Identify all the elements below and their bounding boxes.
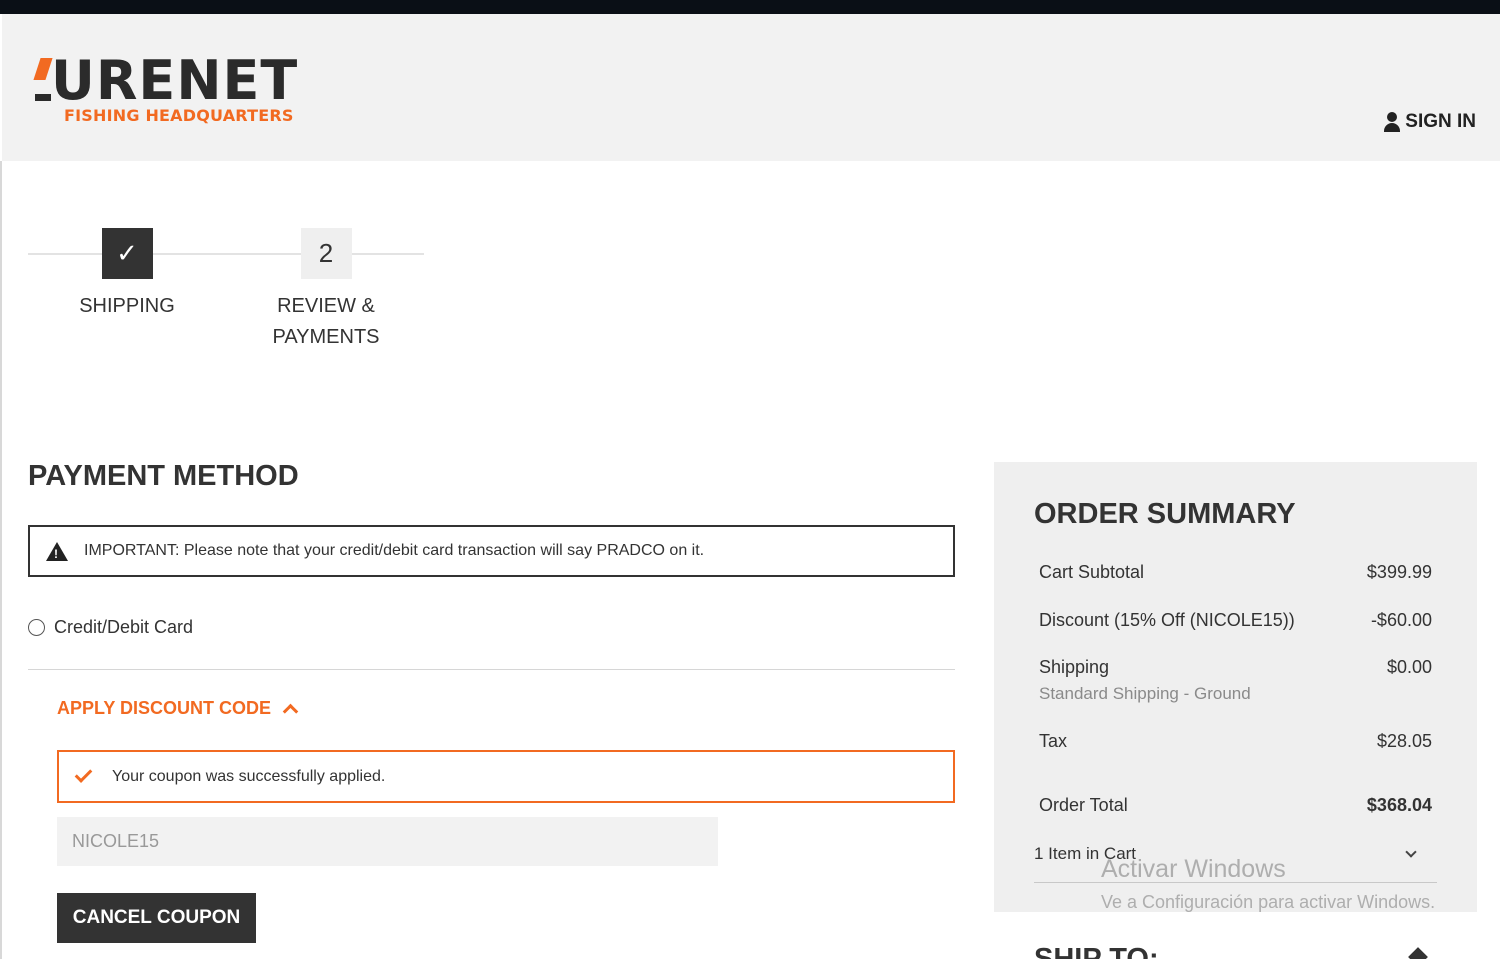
- sign-in-label: SIGN IN: [1405, 111, 1476, 132]
- credit-card-option[interactable]: Credit/Debit Card: [28, 617, 193, 638]
- edit-icon[interactable]: [1408, 947, 1428, 959]
- ship-to-title: SHIP TO:: [1034, 943, 1159, 959]
- section-divider: [28, 669, 955, 670]
- credit-card-label: Credit/Debit Card: [54, 617, 194, 637]
- shipping-method: Standard Shipping - Ground: [1039, 684, 1251, 703]
- items-in-cart-label: 1 Item in Cart: [1034, 844, 1137, 863]
- coupon-success-text: Your coupon was successfully applied.: [112, 767, 386, 785]
- step-review-payments: 2 REVIEW & PAYMENTS: [226, 228, 426, 353]
- page-left-border: [0, 161, 2, 959]
- order-summary-title: ORDER SUMMARY: [1034, 498, 1296, 530]
- tax-label: Tax: [1039, 731, 1068, 751]
- checkmark-icon: [74, 764, 93, 783]
- step-review-label: REVIEW & PAYMENTS: [272, 295, 380, 348]
- top-bar: [0, 0, 1500, 14]
- site-logo[interactable]: URENET FISHING HEADQUARTERS: [33, 49, 299, 125]
- order-total-label: Order Total: [1039, 795, 1128, 815]
- important-notice: IMPORTANT: Please note that your credit/…: [28, 525, 955, 577]
- discount-code-input[interactable]: [57, 817, 718, 866]
- items-divider: [1034, 882, 1437, 883]
- order-summary-panel: ORDER SUMMARY Cart Subtotal $399.99 Disc…: [994, 462, 1477, 912]
- step-shipping[interactable]: ✓ SHIPPING: [27, 228, 227, 322]
- coupon-success-message: Your coupon was successfully applied.: [57, 750, 955, 803]
- site-header: URENET FISHING HEADQUARTERS SIGN IN: [2, 14, 1500, 161]
- credit-card-radio[interactable]: [28, 619, 45, 636]
- payment-method-title: PAYMENT METHOD: [28, 460, 299, 492]
- discount-value: -$60.00: [1370, 610, 1432, 630]
- summary-row-total: Order Total $368.04: [1039, 795, 1432, 816]
- important-notice-text: IMPORTANT: Please note that your credit/…: [84, 542, 705, 559]
- chevron-down-icon: [1405, 845, 1417, 858]
- summary-row-discount: Discount (15% Off (NICOLE15)) -$60.00: [1039, 610, 1432, 631]
- discount-label: Discount (15% Off (NICOLE15)): [1039, 610, 1295, 630]
- warning-icon: [46, 541, 68, 561]
- shipping-label: Shipping: [1039, 657, 1110, 677]
- chevron-up-icon: [282, 703, 299, 720]
- tax-value: $28.05: [1376, 731, 1432, 751]
- step-review-number: 2: [300, 228, 352, 279]
- logo-wordmark: URENET: [33, 49, 299, 112]
- subtotal-value: $399.99: [1366, 562, 1432, 582]
- apply-discount-label: APPLY DISCOUNT CODE: [57, 698, 272, 718]
- summary-row-subtotal: Cart Subtotal $399.99: [1039, 562, 1432, 583]
- subtotal-label: Cart Subtotal: [1039, 562, 1145, 582]
- summary-row-shipping: Shipping $0.00: [1039, 657, 1432, 678]
- summary-row-tax: Tax $28.05: [1039, 731, 1432, 752]
- shipping-value: $0.00: [1386, 657, 1432, 677]
- step-shipping-label: SHIPPING: [79, 295, 175, 317]
- sign-in-link[interactable]: SIGN IN: [1383, 111, 1476, 133]
- user-icon: [1383, 112, 1401, 132]
- cancel-coupon-button[interactable]: CANCEL COUPON: [57, 893, 256, 943]
- apply-discount-toggle[interactable]: APPLY DISCOUNT CODE: [57, 698, 299, 720]
- items-in-cart-toggle[interactable]: 1 Item in Cart: [1034, 844, 1437, 864]
- logo-text: URENET: [51, 49, 299, 112]
- step-shipping-check-icon: ✓: [101, 228, 153, 279]
- order-total-value: $368.04: [1366, 795, 1432, 815]
